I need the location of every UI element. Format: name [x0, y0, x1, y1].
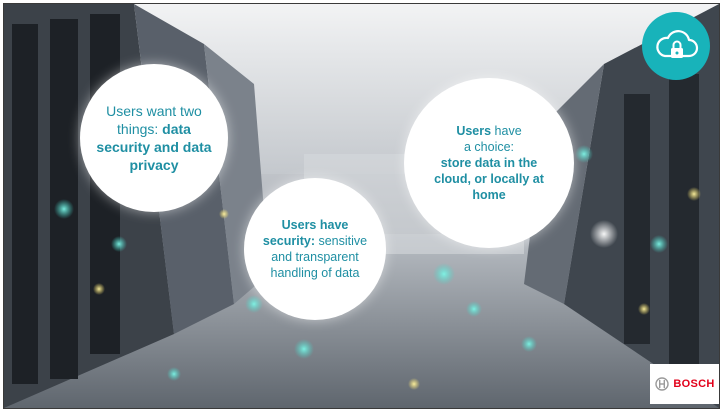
- circle-data-security-privacy: Users want two things: data security and…: [80, 64, 228, 212]
- slide: Users want two things: data security and…: [3, 3, 720, 409]
- middle-line2-plain: sensitive: [315, 234, 368, 248]
- middle-line4: handling of data: [270, 266, 360, 280]
- circle-users-have-choice: Users have a choice: store data in the c…: [404, 78, 574, 248]
- left-line2-plain: things:: [117, 121, 163, 137]
- middle-line2-bold: security:: [262, 234, 315, 248]
- left-line3-bold: security and data: [96, 139, 212, 155]
- circle-right-text: Users have a choice: store data in the c…: [424, 123, 554, 203]
- circle-left-text: Users want two things: data security and…: [94, 102, 214, 174]
- right-line1-bold: Users: [456, 124, 492, 138]
- right-line2: a choice:: [463, 140, 515, 154]
- bosch-armature-icon: [655, 377, 670, 391]
- right-line1-plain: have: [491, 124, 522, 138]
- left-line2-bold: data: [162, 121, 191, 137]
- circle-users-have-security: Users have security: sensitive and trans…: [244, 178, 386, 320]
- left-line4-bold: privacy: [129, 157, 179, 173]
- middle-line1-bold: Users have: [281, 218, 349, 232]
- middle-line3: and transparent: [271, 250, 359, 264]
- bosch-logo: BOSCH: [650, 364, 719, 404]
- circle-middle-text: Users have security: sensitive and trans…: [257, 217, 373, 281]
- bosch-logo-text: BOSCH: [673, 378, 715, 390]
- left-line1: Users want two: [106, 103, 202, 119]
- cloud-lock-badge: [642, 12, 710, 80]
- right-line5-bold: home: [472, 188, 506, 202]
- cloud-lock-icon: [656, 30, 699, 58]
- right-line3-bold: store data in the: [440, 156, 538, 170]
- right-line4-bold: cloud, or locally at: [434, 172, 544, 186]
